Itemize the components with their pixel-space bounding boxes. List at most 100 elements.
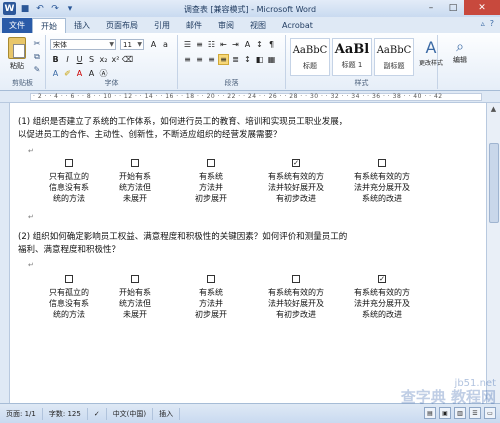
- tab-home[interactable]: 开始: [32, 18, 66, 33]
- status-insert-mode[interactable]: 插入: [153, 407, 181, 420]
- draft-icon[interactable]: ▭: [484, 407, 496, 419]
- option-4: ✓ 有系统有效的方 法并较好展开及 有初步改进: [254, 159, 338, 204]
- ribbon-tabs: 文件 开始 插入 页面布局 引用 邮件 审阅 视图 Acrobat ▵ ?: [0, 17, 500, 33]
- clipboard-group: 粘贴 ✂ ⧉ ✎ 剪贴板: [0, 35, 46, 89]
- line-spacing-icon[interactable]: ↕: [242, 54, 253, 65]
- increase-indent-icon[interactable]: ⇥: [230, 39, 241, 50]
- style-heading-1[interactable]: AaBl 标题 1: [332, 38, 372, 76]
- minimize-ribbon-icon[interactable]: ▵: [481, 19, 485, 28]
- checked-checkbox[interactable]: ✓: [378, 275, 386, 283]
- clear-format-icon[interactable]: ⌫: [122, 54, 133, 65]
- shading-icon[interactable]: ◧: [254, 54, 265, 65]
- print-layout-icon[interactable]: ▤: [424, 407, 436, 419]
- bold-button[interactable]: B: [50, 54, 61, 65]
- styles-group-label: 样式: [354, 79, 369, 87]
- paste-button[interactable]: 粘贴: [6, 37, 28, 71]
- checkbox[interactable]: [131, 159, 139, 167]
- minimize-button[interactable]: –: [420, 0, 442, 15]
- style-name: 副标题: [383, 62, 405, 70]
- status-words[interactable]: 字数: 125: [43, 407, 88, 420]
- status-proofing-icon[interactable]: ✓: [88, 407, 107, 420]
- close-button[interactable]: ✕: [464, 0, 500, 15]
- maximize-button[interactable]: □: [442, 0, 464, 15]
- redo-icon[interactable]: ↷: [49, 3, 61, 15]
- superscript-button[interactable]: x²: [110, 54, 121, 65]
- tab-acrobat[interactable]: Acrobat: [274, 18, 321, 33]
- word-logo-icon[interactable]: W: [3, 2, 16, 15]
- tab-file[interactable]: 文件: [2, 18, 32, 33]
- tab-review[interactable]: 审阅: [210, 18, 242, 33]
- option-label-line: 初步展开: [195, 310, 227, 319]
- checkbox[interactable]: [65, 275, 73, 283]
- checkbox[interactable]: [378, 159, 386, 167]
- justify-icon[interactable]: ≡: [218, 54, 229, 65]
- align-right-icon[interactable]: ≡: [206, 54, 217, 65]
- paste-icon: [8, 37, 26, 59]
- font-size-combo[interactable]: 11 ▼: [120, 39, 144, 50]
- option-label-line: 统的方法: [53, 194, 85, 203]
- option-label-line: 有系统有效的方: [268, 288, 324, 297]
- checkbox[interactable]: [131, 275, 139, 283]
- help-icon[interactable]: ?: [490, 19, 494, 28]
- tab-references[interactable]: 引用: [146, 18, 178, 33]
- chevron-down-icon: ▼: [137, 41, 142, 48]
- bullets-icon[interactable]: ☰: [182, 39, 193, 50]
- undo-icon[interactable]: ↶: [34, 3, 46, 15]
- distributed-icon[interactable]: ≣: [230, 54, 241, 65]
- tab-page-layout[interactable]: 页面布局: [98, 18, 146, 33]
- status-page[interactable]: 页面: 1/1: [0, 407, 43, 420]
- option-1: 只有孤立的 信息没有系 统的方法: [38, 275, 100, 320]
- save-icon[interactable]: ■: [19, 3, 31, 15]
- qat-dropdown-icon[interactable]: ▾: [64, 3, 76, 15]
- multilevel-list-icon[interactable]: ☷: [206, 39, 217, 50]
- style-title[interactable]: AaBbC 标题: [290, 38, 330, 76]
- numbering-icon[interactable]: ≡: [194, 39, 205, 50]
- font-name-combo[interactable]: 宋体 ▼: [50, 39, 116, 50]
- clipboard-group-label: 剪贴板: [12, 79, 33, 87]
- vertical-ruler[interactable]: [0, 103, 10, 403]
- checked-checkbox[interactable]: ✓: [292, 159, 300, 167]
- copy-icon[interactable]: ⧉: [32, 52, 42, 61]
- underline-button[interactable]: U: [74, 54, 85, 65]
- option-label-line: 未展开: [123, 310, 147, 319]
- editing-button[interactable]: ⌕ 编辑: [446, 39, 474, 65]
- grow-font-icon[interactable]: A: [148, 39, 159, 50]
- change-styles-icon: A: [425, 38, 437, 57]
- option-label-line: 统方法但: [119, 183, 151, 192]
- shrink-font-icon[interactable]: a: [160, 39, 171, 50]
- tab-view[interactable]: 视图: [242, 18, 274, 33]
- option-label-line: 只有孤立的: [49, 288, 89, 297]
- horizontal-ruler[interactable]: · 2 · · 4 · · 6 · · 8 · · 10 · · 12 · · …: [0, 91, 500, 103]
- checkbox[interactable]: [207, 159, 215, 167]
- checkbox[interactable]: [207, 275, 215, 283]
- option-label-line: 统的方法: [53, 310, 85, 319]
- show-marks-icon[interactable]: ¶: [266, 39, 277, 50]
- option-5: 有系统有效的方 法并充分展开及 系统的改进: [340, 159, 424, 204]
- web-layout-icon[interactable]: ▥: [454, 407, 466, 419]
- italic-button[interactable]: I: [62, 54, 73, 65]
- checkbox[interactable]: [292, 275, 300, 283]
- outline-icon[interactable]: ☰: [469, 407, 481, 419]
- strikethrough-button[interactable]: S: [86, 54, 97, 65]
- full-screen-icon[interactable]: ▣: [439, 407, 451, 419]
- decrease-indent-icon[interactable]: ⇤: [218, 39, 229, 50]
- tab-insert[interactable]: 插入: [66, 18, 98, 33]
- format-painter-icon[interactable]: ✎: [32, 65, 42, 74]
- align-center-icon[interactable]: ≡: [194, 54, 205, 65]
- change-styles-button[interactable]: A 更改样式: [416, 38, 446, 67]
- document-page[interactable]: (1) 组织是否建立了系统的工作体系，如何进行员工的教育、培训和实现员工职业发展…: [10, 103, 486, 403]
- borders-icon[interactable]: ▦: [266, 54, 277, 65]
- subscript-button[interactable]: x₂: [98, 54, 109, 65]
- vertical-scrollbar[interactable]: ▲: [486, 103, 500, 403]
- checkbox[interactable]: [65, 159, 73, 167]
- scroll-up-icon[interactable]: ▲: [487, 103, 500, 115]
- sort-icon[interactable]: ↕: [254, 39, 265, 50]
- tab-mailings[interactable]: 邮件: [178, 18, 210, 33]
- option-label-line: 法并充分展开及: [354, 299, 410, 308]
- chinese-layout-icon[interactable]: A: [242, 39, 253, 50]
- align-left-icon[interactable]: ≡: [182, 54, 193, 65]
- cut-icon[interactable]: ✂: [32, 39, 42, 48]
- scroll-thumb[interactable]: [489, 143, 499, 223]
- status-language[interactable]: 中文(中国): [107, 407, 154, 420]
- style-subtitle[interactable]: AaBbC 副标题: [374, 38, 414, 76]
